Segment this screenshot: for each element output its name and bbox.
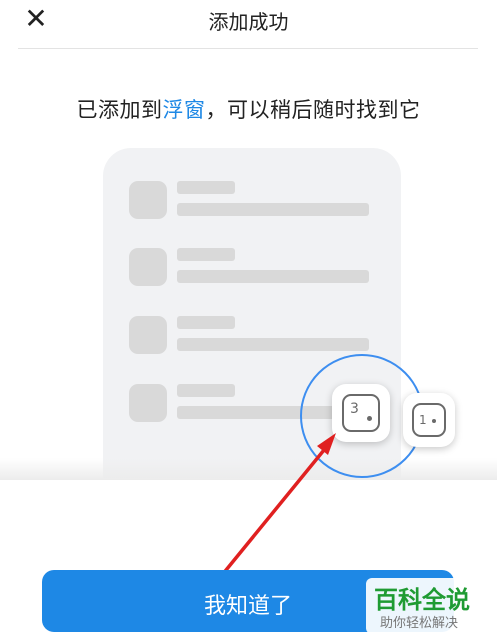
- float-window-icon-1[interactable]: 1: [403, 393, 455, 447]
- placeholder-line: [177, 316, 235, 329]
- placeholder-line: [177, 181, 235, 194]
- float-window-dot: [367, 416, 372, 421]
- float-window-frame: [342, 394, 380, 432]
- success-message: 已添加到浮窗，可以稍后随时找到它: [0, 94, 497, 124]
- message-suffix: ，可以稍后随时找到它: [205, 98, 421, 122]
- watermark: 百科全说 助你轻松解决: [366, 578, 488, 634]
- placeholder-line: [177, 203, 369, 216]
- watermark-title: 百科全说: [374, 586, 470, 614]
- placeholder-line: [177, 248, 235, 261]
- placeholder-line: [177, 270, 369, 283]
- placeholder-icon: [129, 384, 167, 422]
- header: ✕ 添加成功: [0, 0, 497, 50]
- placeholder-line: [177, 384, 235, 397]
- watermark-subtitle: 助你轻松解决: [380, 616, 459, 631]
- float-window-count: 1: [419, 413, 427, 427]
- placeholder-icon: [129, 248, 167, 286]
- message-prefix: 已添加到: [76, 98, 163, 122]
- placeholder-line: [177, 338, 369, 351]
- placeholder-icon: [129, 316, 167, 354]
- placeholder-icon: [129, 181, 167, 219]
- float-window-dot: [432, 419, 436, 423]
- page-title: 添加成功: [208, 10, 289, 34]
- float-window-count: 3: [350, 401, 359, 417]
- float-window-link: 浮窗: [162, 98, 206, 122]
- float-window-frame: [412, 403, 446, 437]
- float-window-icon-3[interactable]: 3: [332, 384, 390, 442]
- header-divider: [18, 48, 478, 49]
- preview-shadow: [0, 458, 497, 480]
